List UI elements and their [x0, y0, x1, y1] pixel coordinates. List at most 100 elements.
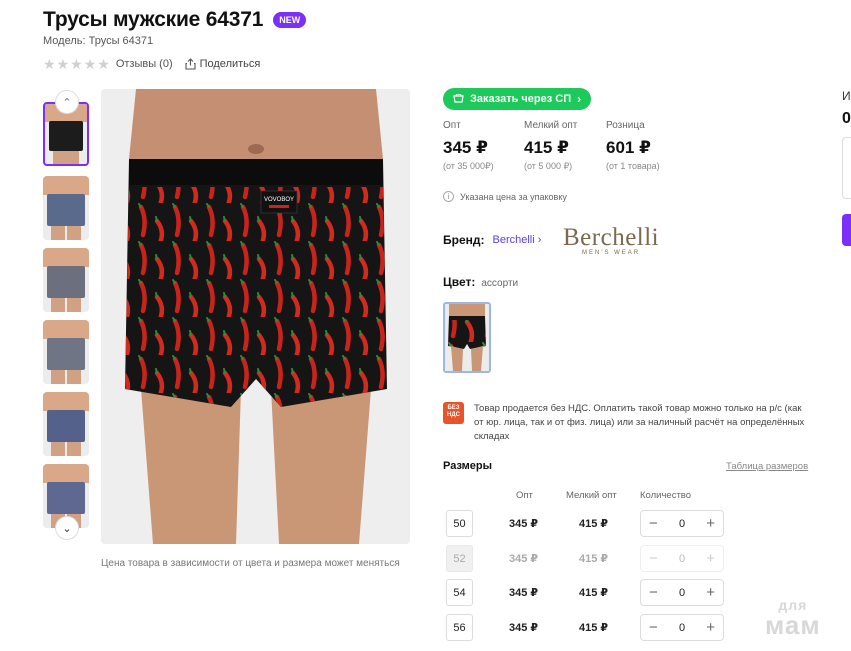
- size-row: 54 345 ₽ 415 ₽ − 0 +: [446, 579, 736, 607]
- plus-button[interactable]: +: [706, 620, 715, 635]
- plus-button[interactable]: +: [706, 516, 715, 531]
- product-photo: VOVOBOY: [101, 89, 410, 544]
- rating-stars[interactable]: ★ ★ ★ ★ ★: [43, 57, 110, 71]
- minus-button[interactable]: −: [649, 585, 658, 600]
- chevron-right-icon: ›: [537, 234, 542, 246]
- pack-note: i Указана цена за упаковку: [443, 191, 567, 202]
- size-row: 52 345 ₽ 415 ₽ − 0 +: [446, 545, 736, 573]
- side-panel-label: И: [842, 89, 851, 103]
- share-label: Поделиться: [199, 58, 261, 70]
- price-value: 415 ₽: [524, 138, 569, 157]
- star-icon[interactable]: ★: [57, 57, 70, 71]
- price-value: 345 ₽: [443, 138, 488, 157]
- no-vat-icon: БЕЗ НДС: [443, 402, 464, 424]
- size-price-opt: 345 ₽: [509, 587, 539, 599]
- price-label: Мелкий опт: [524, 120, 578, 131]
- quantity-stepper: − 0 +: [640, 510, 724, 537]
- price-note: Цена товара в зависимости от цвета и раз…: [101, 558, 400, 569]
- star-icon[interactable]: ★: [43, 57, 56, 71]
- title-row: Трусы мужские 64371 NEW: [43, 8, 307, 32]
- price-condition: (от 5 000 ₽): [524, 161, 573, 171]
- size-price-opt: 345 ₽: [509, 518, 539, 530]
- size-table-link[interactable]: Таблица размеров: [726, 461, 808, 472]
- star-icon[interactable]: ★: [70, 57, 83, 71]
- thumbnail[interactable]: [43, 248, 89, 312]
- quantity-stepper: − 0 +: [640, 545, 724, 572]
- quantity-value[interactable]: 0: [679, 587, 685, 599]
- info-icon: i: [443, 191, 454, 202]
- share-button[interactable]: Поделиться: [185, 58, 261, 70]
- thumbnail[interactable]: [43, 392, 89, 456]
- minus-button[interactable]: −: [649, 516, 658, 531]
- price-wholesale: Опт 345 ₽ (от 35 000₽): [443, 120, 494, 172]
- color-value: ассорти: [481, 278, 519, 289]
- side-panel-button[interactable]: [842, 214, 851, 246]
- thumbs-down-arrow-icon[interactable]: ⌄: [55, 516, 79, 540]
- quantity-stepper: − 0 +: [640, 579, 724, 606]
- waistband-label: VOVOBOY: [264, 197, 294, 203]
- swatch-image: [445, 304, 489, 371]
- quantity-value[interactable]: 0: [679, 622, 685, 634]
- size-price-opt: 345 ₽: [509, 553, 539, 565]
- size-label: 54: [446, 579, 473, 606]
- page-title: Трусы мужские 64371: [43, 8, 264, 31]
- thumbs-up-arrow-icon[interactable]: ⌃: [55, 90, 79, 114]
- size-price-small-opt: 415 ₽: [579, 518, 609, 530]
- size-label: 56: [446, 614, 473, 641]
- color-swatch[interactable]: [443, 302, 491, 373]
- thumbnail[interactable]: [43, 320, 89, 384]
- main-product-image[interactable]: VOVOBOY: [101, 89, 410, 544]
- size-row: 50 345 ₽ 415 ₽ − 0 +: [446, 510, 736, 538]
- side-panel-value: 0: [842, 110, 851, 127]
- thumbnail[interactable]: [43, 176, 89, 240]
- star-icon[interactable]: ★: [84, 57, 97, 71]
- new-badge: NEW: [273, 12, 307, 28]
- size-label: 52: [446, 545, 473, 572]
- size-label: 50: [446, 510, 473, 537]
- price-small-wholesale: Мелкий опт 415 ₽ (от 5 000 ₽): [524, 120, 577, 172]
- brand-row: Бренд: Berchelli ›: [443, 233, 541, 247]
- quantity-stepper: − 0 +: [640, 614, 724, 641]
- thumbnail-strip: ⌃ ⌄: [43, 90, 91, 540]
- brand-link[interactable]: Berchelli ›: [493, 234, 542, 246]
- price-label: Розница: [606, 120, 645, 131]
- cart-icon: [453, 94, 464, 103]
- reviews-link[interactable]: Отзывы (0): [116, 58, 173, 70]
- size-price-small-opt: 415 ₽: [579, 622, 609, 634]
- size-row: 56 345 ₽ 415 ₽ − 0 +: [446, 614, 736, 642]
- price-value: 601 ₽: [606, 138, 651, 157]
- brand-label: Бренд:: [443, 233, 485, 247]
- size-price-small-opt: 415 ₽: [579, 553, 609, 565]
- side-panel-box: [842, 137, 851, 199]
- chevron-right-icon: ›: [577, 92, 582, 106]
- plus-button[interactable]: +: [706, 585, 715, 600]
- brand-logo[interactable]: Berchelli MEN'S WEAR: [563, 224, 659, 256]
- vat-text: Товар продается без НДС. Оплатить такой …: [474, 403, 805, 442]
- column-header-small-opt: Мелкий опт: [566, 490, 617, 501]
- share-icon: [185, 58, 196, 70]
- star-icon[interactable]: ★: [97, 57, 110, 71]
- order-via-sp-button[interactable]: Заказать через СП ›: [443, 88, 592, 110]
- price-label: Опт: [443, 120, 461, 131]
- pack-note-text: Указана цена за упаковку: [460, 191, 567, 202]
- price-retail: Розница 601 ₽ (от 1 товара): [606, 120, 660, 171]
- quantity-value: 0: [678, 552, 686, 565]
- column-header-qty: Количество: [640, 490, 692, 501]
- minus-button[interactable]: −: [649, 620, 658, 635]
- vat-notice: БЕЗ НДС Товар продается без НДС. Оплатить…: [443, 402, 813, 444]
- price-condition: (от 1 товара): [606, 161, 660, 171]
- watermark-logo: для мам: [765, 597, 821, 640]
- quantity-value[interactable]: 0: [679, 518, 685, 530]
- minus-button: −: [649, 550, 658, 567]
- sizes-title: Размеры: [443, 460, 493, 472]
- plus-button: +: [706, 550, 715, 567]
- order-button-label: Заказать через СП: [470, 93, 572, 105]
- rating-row: ★ ★ ★ ★ ★ Отзывы (0) Поделиться: [43, 57, 260, 71]
- size-price-small-opt: 415 ₽: [579, 587, 609, 599]
- column-header-opt: Опт: [516, 490, 533, 501]
- size-price-opt: 345 ₽: [509, 622, 539, 634]
- model-label: Модель: Трусы 64371: [43, 35, 154, 47]
- color-label: Цвет:: [443, 275, 476, 289]
- price-condition: (от 35 000₽): [443, 161, 494, 171]
- color-row: Цвет: ассорти: [443, 275, 518, 289]
